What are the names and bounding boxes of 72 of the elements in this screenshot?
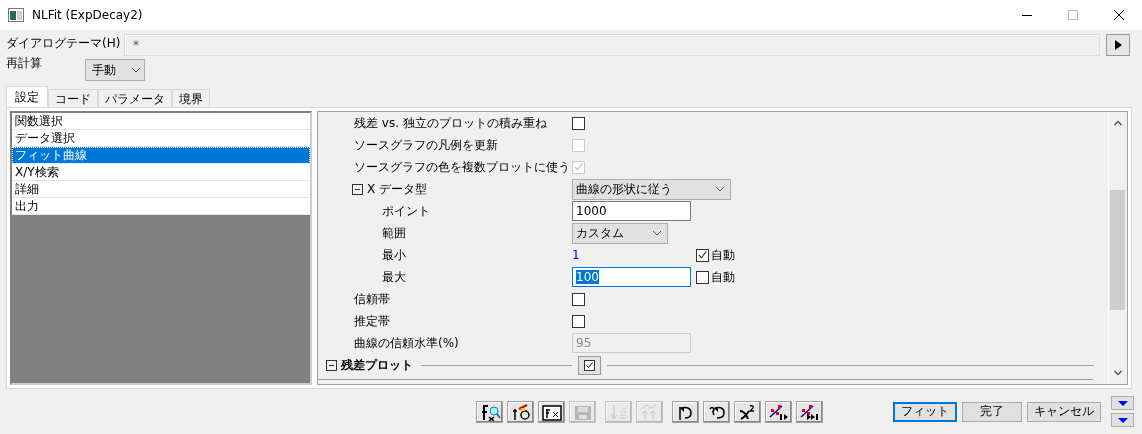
toolbar-button[interactable] (507, 400, 534, 423)
theme-menu-button[interactable] (1106, 34, 1130, 56)
tab[interactable]: 境界 (172, 89, 210, 107)
chevron-down-icon (653, 230, 661, 236)
property-label: ソースグラフの色を複数プロットに使う (354, 158, 570, 176)
checkbox-label: 自動 (711, 246, 735, 264)
property-label: 最小 (382, 246, 406, 264)
play-icon (1114, 40, 1122, 50)
collapse-button[interactable] (1111, 413, 1134, 427)
property-label: 信頼帯 (354, 290, 390, 308)
toolbar-button[interactable] (734, 400, 761, 423)
scatter-fast-forward-icon (798, 402, 821, 421)
checkbox[interactable] (572, 314, 585, 328)
check-icon (697, 249, 708, 261)
toolbar-button[interactable] (796, 400, 823, 423)
property-label: X データ型 (367, 180, 428, 198)
recalculate-label: 再計算 (5, 55, 43, 72)
tab[interactable]: 設定 (6, 86, 48, 107)
section-heading: 残差プロット (341, 356, 413, 374)
nav-item[interactable]: 出力 (12, 198, 310, 215)
dialog-button[interactable]: 完了 (962, 401, 1022, 422)
nav-item[interactable]: 関数選択 (12, 113, 310, 130)
toolbar-button[interactable] (765, 400, 792, 423)
tab[interactable]: パラメータ (98, 89, 172, 107)
dialog-button[interactable]: フィット (893, 401, 957, 422)
checkbox[interactable] (572, 116, 585, 130)
checkbox[interactable] (696, 248, 709, 262)
collapse-button[interactable] (1111, 396, 1134, 410)
property-label: 範囲 (382, 224, 406, 242)
triangle-down-icon (1117, 400, 1128, 406)
theme-label: ダイアログテーマ(H) (5, 35, 122, 52)
nav-item[interactable]: データ選択 (12, 130, 310, 147)
scroll-down-icon (1113, 370, 1122, 376)
input-field[interactable]: 100 (572, 267, 691, 287)
app-icon (8, 7, 24, 23)
dropdown[interactable]: カスタム (572, 222, 668, 244)
maximize-icon (1068, 10, 1078, 20)
property-label: 曲線の信頼水準(%) (354, 334, 459, 352)
nav-item[interactable]: フィット曲線 (12, 147, 310, 164)
property-label: ソースグラフの凡例を更新 (354, 136, 498, 154)
toolbar-button[interactable] (476, 400, 503, 423)
property-label: 残差 vs. 独立のプロットの積み重ね (354, 114, 547, 132)
close-icon (1114, 10, 1124, 20)
triangle-down-icon (1117, 417, 1128, 423)
theme-field[interactable]: * (124, 34, 1100, 56)
property-label: ポイント (382, 202, 430, 220)
chevron-down-icon (716, 186, 724, 192)
checkbox-icon (584, 359, 595, 371)
nav-item[interactable]: X/Y検索 (12, 164, 310, 181)
scatter-step-icon (767, 402, 790, 421)
chevron-down-icon (132, 67, 140, 73)
property-value: 1 (572, 248, 581, 262)
toolbar-button[interactable] (672, 400, 699, 423)
checkbox[interactable] (572, 292, 585, 306)
property-label: 推定帯 (354, 312, 390, 330)
nav-item[interactable]: 詳細 (12, 181, 310, 198)
toolbar-button[interactable] (703, 400, 730, 423)
checkbox-label: 自動 (711, 268, 735, 286)
scrollbar-thumb[interactable] (1110, 190, 1125, 310)
recalculate-dropdown[interactable]: 手動 (85, 59, 145, 81)
property-label: 最大 (382, 268, 406, 286)
window-title: NLFit (ExpDecay2) (32, 8, 143, 22)
tab[interactable]: コード (48, 89, 98, 107)
toolbar-button[interactable] (538, 400, 565, 423)
check-icon (573, 161, 584, 173)
dialog-button[interactable]: キャンセル (1027, 401, 1101, 422)
function-window-icon (540, 402, 563, 421)
checkbox[interactable] (696, 270, 709, 284)
scroll-up-icon (1113, 120, 1122, 126)
dropdown[interactable]: 曲線の形状に従う (572, 178, 731, 200)
input-field[interactable]: 1000 (572, 201, 691, 221)
section-toggle[interactable] (578, 355, 601, 375)
